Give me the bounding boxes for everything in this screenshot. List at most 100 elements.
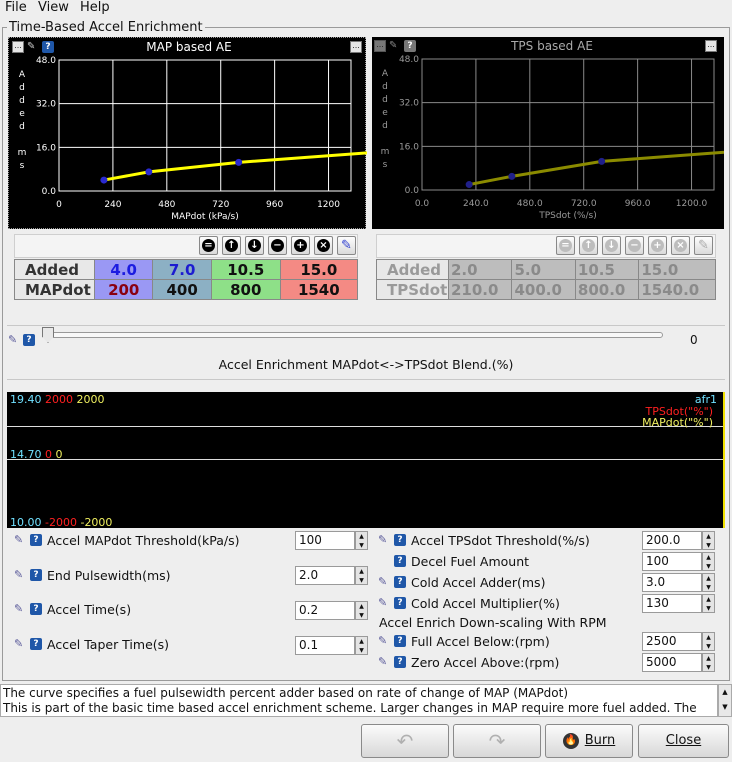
y-axis-label-letter: s [20, 161, 25, 171]
decrease-button[interactable]: ↓ [245, 236, 264, 255]
chart-menu-button[interactable]: ... [12, 41, 24, 53]
table-cell[interactable]: 7.0 [152, 259, 212, 280]
decrease-button: ↓ [602, 236, 621, 255]
table-cell[interactable]: 400 [152, 279, 212, 300]
help-icon[interactable]: ? [30, 603, 42, 615]
edit-icon[interactable]: ✎ [14, 534, 27, 546]
setting-label: Cold Accel Adder(ms) [411, 575, 546, 590]
edit-icon[interactable]: ✎ [378, 635, 391, 647]
menu-file[interactable]: File [5, 0, 27, 16]
add-button[interactable]: + [291, 236, 310, 255]
cold-accel-multiplier-input[interactable]: 130 [642, 594, 702, 613]
map-table: Added 4.0 7.0 10.5 15.0 MAPdot 200 400 8… [14, 259, 359, 300]
blend-label: Accel Enrichment MAPdot<->TPSdot Blend.(… [218, 357, 514, 372]
burn-label: Burn [584, 733, 616, 748]
help-icon[interactable]: ? [42, 41, 54, 53]
table-cell: 1540.0 [638, 279, 716, 300]
x-tick-label: 0.0 [415, 199, 430, 209]
spinner[interactable]: ▲ ▼ [702, 531, 715, 550]
accel-tpsdot-threshold-input[interactable]: 200.0 [642, 531, 702, 550]
x-tick-label: 720 [212, 200, 229, 210]
decrement-button: = [556, 236, 575, 255]
spinner[interactable]: ▲ ▼ [702, 552, 715, 571]
edit-icon[interactable]: ✎ [14, 603, 27, 615]
setting-label: End Pulsewidth(ms) [47, 568, 171, 583]
gauge-tps-min: -2000 [45, 516, 77, 529]
y-axis-label-letter: m [381, 147, 390, 157]
map-chart[interactable]: ... ✎ ? ... MAP based AE 48.0 32.0 16.0 0.0… [8, 37, 367, 229]
table-cell[interactable]: 800 [210, 279, 281, 300]
help-icon[interactable]: ? [394, 555, 406, 567]
help-text-area[interactable]: The curve specifies a fuel pulsewidth pe… [0, 684, 718, 717]
edit-icon[interactable]: ✎ [378, 534, 391, 546]
gauge-tps-max: 2000 [45, 393, 73, 406]
y-axis-label-letter: A [382, 69, 389, 79]
table-cell[interactable]: 10.5 [210, 259, 281, 280]
y-tick-label: 16.0 [399, 142, 419, 152]
pencil-icon[interactable]: ✎ [337, 236, 356, 255]
help-icon[interactable]: ? [30, 534, 42, 546]
close-button[interactable]: Close [638, 724, 729, 758]
table-cell[interactable]: 4.0 [93, 259, 154, 280]
help-icon[interactable]: ? [30, 638, 42, 650]
accel-taper-time-input[interactable]: 0.1 [295, 636, 355, 655]
edit-icon[interactable]: ✎ [378, 597, 391, 609]
decrement-button[interactable]: = [199, 236, 218, 255]
accel-mapdot-threshold-input[interactable]: 100 [295, 531, 355, 550]
edit-icon[interactable]: ✎ [378, 576, 391, 588]
spinner[interactable]: ▲ ▼ [702, 594, 715, 613]
data-point [508, 172, 516, 180]
data-point [465, 181, 473, 189]
burn-button[interactable]: 🔥 Burn [545, 724, 633, 758]
help-icon[interactable]: ? [394, 597, 406, 609]
edit-icon[interactable]: ✎ [27, 41, 40, 53]
spinner[interactable]: ▲ ▼ [702, 653, 715, 672]
zero-accel-above-input[interactable]: 5000 [642, 653, 702, 672]
undo-button: ↶ [361, 724, 449, 758]
menu-view[interactable]: View [38, 0, 69, 16]
spinner[interactable]: ▲ ▼ [702, 632, 715, 651]
decel-fuel-amount-input[interactable]: 100 [642, 552, 702, 571]
increase-button[interactable]: ↑ [222, 236, 241, 255]
table-cell: 10.5 [574, 259, 640, 280]
spinner[interactable]: ▲ ▼ [702, 573, 715, 592]
table-cell[interactable]: 1540 [279, 279, 359, 300]
redo-button: ↷ [453, 724, 541, 758]
help-icon[interactable]: ? [23, 334, 35, 346]
setting-label: Accel MAPdot Threshold(kPa/s) [47, 533, 240, 548]
table-cell: 800.0 [574, 279, 640, 300]
edit-icon[interactable]: ✎ [378, 656, 391, 668]
help-icon[interactable]: ? [30, 569, 42, 581]
help-icon[interactable]: ? [394, 656, 406, 668]
edit-icon[interactable]: ✎ [14, 638, 27, 650]
end-pulsewidth-input[interactable]: 2.0 [295, 566, 355, 585]
row-label-added: Added [376, 259, 449, 280]
edit-icon[interactable]: ✎ [8, 334, 21, 346]
spinner[interactable]: ▲ ▼ [355, 636, 368, 655]
menu-help[interactable]: Help [80, 0, 110, 16]
help-icon[interactable]: ? [394, 576, 406, 588]
edit-icon[interactable]: ✎ [14, 569, 27, 581]
full-accel-below-input[interactable]: 2500 [642, 632, 702, 651]
chart-options-button[interactable]: ... [350, 41, 362, 53]
gauge-map-max: 2000 [76, 393, 105, 406]
table-cell[interactable]: 200 [93, 279, 154, 300]
blend-slider-track[interactable] [46, 332, 663, 338]
tps-table: Added 2.0 5.0 10.5 15.0 TPSdot 210.0 400… [376, 259, 716, 300]
table-cell[interactable]: 15.0 [279, 259, 359, 280]
x-tick-label: 720.0 [571, 199, 597, 209]
setting-label: Full Accel Below:(rpm) [411, 634, 550, 649]
spinner[interactable]: ▲ ▼ [355, 566, 368, 585]
help-icon[interactable]: ? [394, 534, 406, 546]
x-tick-label: 240.0 [463, 199, 489, 209]
accel-time-input[interactable]: 0.2 [295, 601, 355, 620]
spinner[interactable]: ▲ ▼ [355, 601, 368, 620]
cold-accel-adder-input[interactable]: 3.0 [642, 573, 702, 592]
spinner[interactable]: ▲ ▼ [355, 531, 368, 550]
map-chart-plot: 48.032.016.00.00 240 480 720 960 1200AddedmsM… [18, 56, 367, 222]
help-scrollbar[interactable]: ▲ ▼ [718, 684, 732, 717]
help-icon[interactable]: ? [394, 635, 406, 647]
x-tick-label: 1200.0 [676, 199, 708, 209]
clear-button[interactable]: × [314, 236, 333, 255]
subtract-button[interactable]: − [268, 236, 287, 255]
